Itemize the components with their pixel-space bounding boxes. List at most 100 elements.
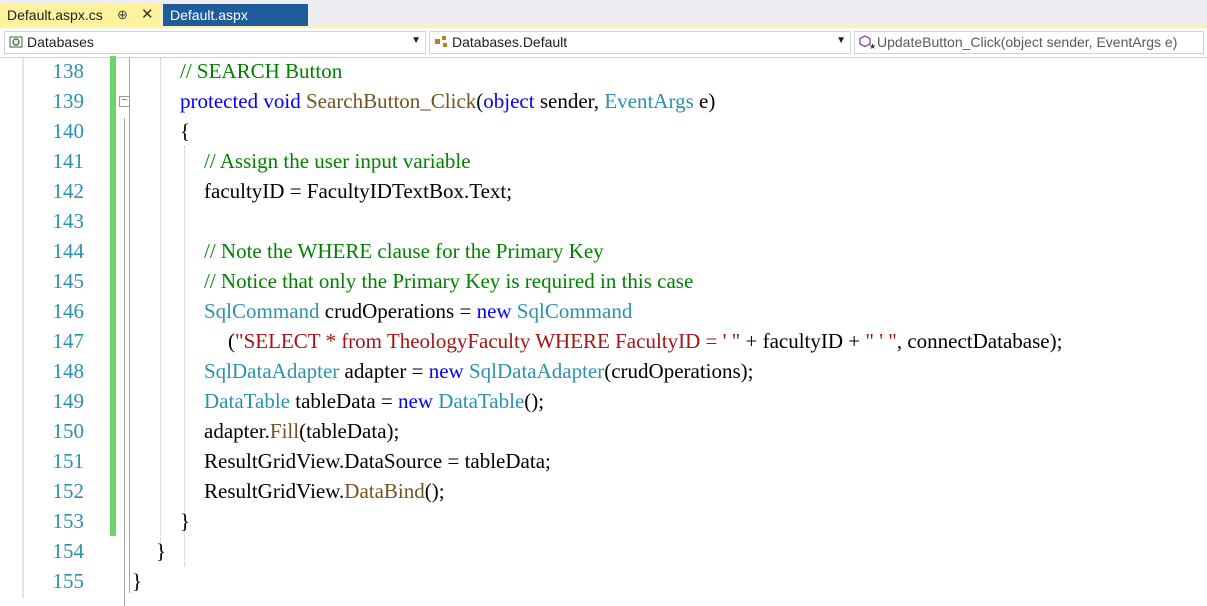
code-token: crudOperations = (319, 299, 477, 323)
code-token: SqlDataAdapter (468, 359, 605, 383)
code-token: + facultyID + (740, 329, 866, 353)
code-line[interactable]: 146 SqlCommand crudOperations = new SqlCo… (0, 296, 1207, 326)
code-text: facultyID = FacultyIDTextBox.Text; (204, 176, 512, 206)
line-number: 152 (52, 479, 85, 503)
code-token: DataTable (204, 389, 290, 413)
code-line[interactable]: 142 facultyID = FacultyIDTextBox.Text; (0, 176, 1207, 206)
line-number: 145 (52, 269, 85, 293)
code-token: " ' " (865, 329, 897, 353)
change-tracking-bar (110, 266, 116, 296)
code-text: } (180, 506, 190, 536)
code-text: // Notice that only the Primary Key is r… (204, 266, 693, 296)
change-tracking-bar (110, 206, 116, 236)
pin-icon[interactable]: ⊕ (117, 4, 128, 26)
code-text: ResultGridView.DataBind(); (204, 476, 445, 506)
code-token: new (428, 359, 464, 383)
line-number: 143 (52, 209, 85, 233)
tab-default-aspx-cs[interactable]: Default.aspx.cs ⊕ ✕ (0, 4, 162, 26)
code-line[interactable]: 150 adapter.Fill(tableData); (0, 416, 1207, 446)
code-token: e) (693, 89, 716, 113)
csharp-project-icon (9, 35, 23, 52)
code-text: // Assign the user input variable (204, 146, 471, 176)
line-number: 142 (52, 179, 85, 203)
tab-default-aspx[interactable]: Default.aspx (163, 4, 308, 26)
change-tracking-bar (110, 416, 116, 446)
code-token: object (483, 89, 535, 113)
code-token: sender, (534, 89, 605, 113)
code-line[interactable]: 143 (0, 206, 1207, 236)
code-token: protected (180, 89, 259, 113)
change-tracking-bar (110, 356, 116, 386)
change-tracking-bar (110, 446, 116, 476)
code-line[interactable]: 149 DataTable tableData = new DataTable()… (0, 386, 1207, 416)
code-token: EventArgs (604, 89, 694, 113)
code-text: SqlCommand crudOperations = new SqlComma… (204, 296, 632, 326)
code-line[interactable]: 152 ResultGridView.DataBind(); (0, 476, 1207, 506)
code-token: "SELECT * from TheologyFaculty WHERE Fac… (235, 329, 741, 353)
code-line[interactable]: 145 // Notice that only the Primary Key i… (0, 266, 1207, 296)
code-token: adapter. (204, 419, 270, 443)
code-token: (); (424, 479, 445, 503)
line-number: 151 (52, 449, 85, 473)
navigation-bar: Databases ▼ Databases.Default ▼ ★ Update… (0, 28, 1207, 58)
line-number: 141 (52, 149, 85, 173)
code-line[interactable]: 144 // Note the WHERE clause for the Prim… (0, 236, 1207, 266)
code-text: // SEARCH Button (180, 56, 342, 86)
code-token: // Note the WHERE clause for the Primary… (204, 239, 604, 263)
code-token: , connectDatabase); (896, 329, 1063, 353)
code-line[interactable]: 141 // Assign the user input variable (0, 146, 1207, 176)
close-icon[interactable]: ✕ (141, 4, 154, 26)
code-token: (); (524, 389, 545, 413)
code-token: } (156, 539, 167, 563)
code-line[interactable]: 151 ResultGridView.DataSource = tableData… (0, 446, 1207, 476)
code-token: DataTable (438, 389, 525, 413)
change-tracking-bar (110, 386, 116, 416)
code-line[interactable]: 147 ("SELECT * from TheologyFaculty WHERE… (0, 326, 1207, 356)
code-token: void (263, 89, 301, 113)
chevron-down-icon: ▼ (836, 35, 846, 46)
code-token: } (132, 569, 143, 593)
line-number: 153 (52, 509, 85, 533)
tab-label: Default.aspx.cs (7, 7, 103, 23)
code-line[interactable]: 138 // SEARCH Button (0, 56, 1207, 86)
line-number: 139 (52, 89, 85, 113)
change-tracking-bar (110, 506, 116, 536)
line-number: 138 (52, 59, 85, 83)
code-text: // Note the WHERE clause for the Primary… (204, 236, 604, 266)
code-token: tableData = (289, 389, 399, 413)
code-line[interactable]: 140 { (0, 116, 1207, 146)
code-token: SqlCommand (516, 299, 633, 323)
code-line[interactable]: 154} (0, 536, 1207, 566)
change-tracking-bar (110, 236, 116, 266)
change-tracking-bar (110, 326, 116, 356)
code-token: ResultGridView. (204, 479, 345, 503)
line-number: 150 (52, 419, 85, 443)
code-text: SqlDataAdapter adapter = new SqlDataAdap… (204, 356, 754, 386)
project-dropdown[interactable]: Databases ▼ (4, 31, 426, 54)
code-line[interactable]: 148 SqlDataAdapter adapter = new SqlDataA… (0, 356, 1207, 386)
code-line[interactable]: 139 protected void SearchButton_Click(obj… (0, 86, 1207, 116)
method-icon: ★ (859, 35, 876, 52)
code-token: new (398, 389, 434, 413)
code-token: (tableData); (299, 419, 400, 443)
line-number: 144 (52, 239, 85, 263)
code-token: SqlDataAdapter (204, 359, 340, 383)
change-tracking-bar (110, 116, 116, 146)
change-tracking-bar (110, 476, 116, 506)
code-editor[interactable]: − 138// SEARCH Button 139 protected void S… (0, 56, 1207, 606)
code-text: ("SELECT * from TheologyFaculty WHERE Fa… (228, 326, 1062, 356)
tab-label: Default.aspx (170, 7, 248, 23)
code-token: ResultGridView.DataSource = tableData; (204, 449, 551, 473)
class-name: Databases.Default (452, 34, 568, 50)
code-line[interactable]: 153} (0, 506, 1207, 536)
code-token: // Assign the user input variable (204, 149, 471, 173)
code-token: SearchButton_Click (305, 89, 477, 113)
class-dropdown[interactable]: Databases.Default ▼ (429, 31, 851, 54)
change-tracking-bar (110, 296, 116, 326)
change-tracking-bar (110, 176, 116, 206)
code-token: } (180, 509, 191, 533)
code-line[interactable]: 155} (0, 566, 1207, 596)
member-dropdown[interactable]: ★ UpdateButton_Click(object sender, Even… (854, 31, 1204, 54)
code-token: ( (228, 329, 235, 353)
code-token: Fill (269, 419, 300, 443)
